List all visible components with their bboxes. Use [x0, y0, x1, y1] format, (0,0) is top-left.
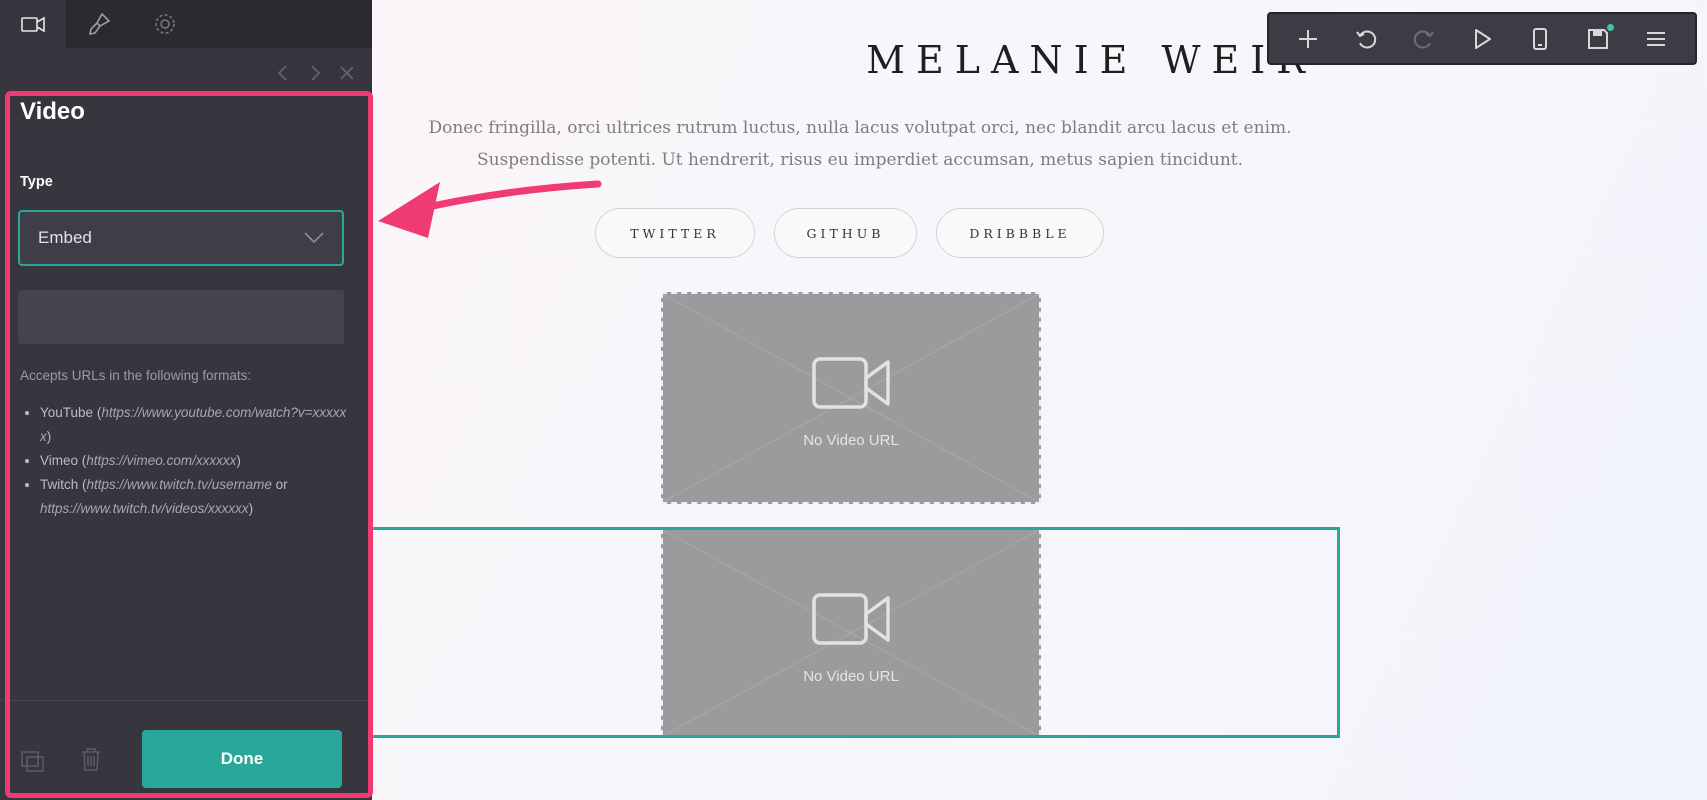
url-format-help: Accepts URLs in the following formats: Y…	[20, 368, 350, 521]
add-block-button[interactable]	[1290, 21, 1326, 57]
no-video-label: No Video URL	[803, 432, 899, 449]
brush-icon	[88, 12, 111, 36]
type-label: Type	[20, 174, 53, 190]
mobile-icon	[1533, 27, 1547, 50]
github-button[interactable]: GITHUB	[774, 208, 917, 258]
panel-navigation	[276, 62, 354, 84]
menu-button[interactable]	[1638, 21, 1674, 57]
video-placeholder[interactable]: No Video URL	[661, 292, 1041, 504]
editor-toolbar	[1267, 12, 1697, 65]
duplicate-icon	[21, 751, 44, 772]
undo-button[interactable]	[1348, 21, 1384, 57]
video-camera-icon	[812, 357, 890, 409]
close-icon	[340, 66, 354, 80]
previous-button[interactable]	[276, 62, 290, 84]
twitter-button[interactable]: TWITTER	[595, 208, 755, 258]
plus-icon	[1299, 29, 1317, 48]
social-links: TWITTER GITHUB DRIBBBLE	[595, 208, 1104, 258]
delete-button[interactable]	[78, 746, 104, 772]
bio-line: Suspendisse potenti. Ut hendrerit, risus…	[476, 150, 1244, 170]
save-icon	[1588, 28, 1608, 49]
site-bio[interactable]: Donec fringilla, orci ultrices rutrum lu…	[372, 112, 1356, 176]
panel-title: Video	[20, 98, 85, 125]
video-placeholder-selected[interactable]: No Video URL	[661, 528, 1041, 736]
page-canvas: MELANIE WEIR Donec fringilla, orci ultri…	[372, 0, 1707, 800]
unsaved-indicator	[1607, 23, 1614, 31]
next-button[interactable]	[308, 62, 322, 84]
mobile-view-button[interactable]	[1522, 21, 1558, 57]
close-panel-button[interactable]	[340, 62, 354, 84]
chevron-right-icon	[311, 65, 321, 81]
save-button[interactable]	[1580, 21, 1616, 57]
editor-side-panel: Video Type Embed Accepts URLs in the fol…	[0, 0, 373, 800]
dribbble-button[interactable]: DRIBBBLE	[936, 208, 1104, 258]
chevron-left-icon	[277, 65, 287, 81]
trash-icon	[82, 748, 100, 771]
tab-settings[interactable]	[132, 0, 198, 48]
help-intro: Accepts URLs in the following formats:	[20, 368, 252, 383]
duplicate-button[interactable]	[20, 748, 46, 774]
video-icon	[21, 16, 45, 33]
redo-icon	[1413, 30, 1434, 48]
play-icon	[1475, 28, 1491, 49]
vimeo-url-format: https://vimeo.com/xxxxxx	[86, 453, 237, 468]
undo-icon	[1356, 30, 1377, 48]
gear-icon	[155, 14, 175, 34]
tab-style[interactable]	[66, 0, 132, 48]
format-item-twitch: Twitch (https://www.twitch.tv/username o…	[40, 473, 350, 521]
type-select-value: Embed	[38, 228, 92, 247]
twitch-video-url-format: https://www.twitch.tv/videos/xxxxxx	[40, 501, 249, 516]
tab-video[interactable]	[0, 0, 66, 48]
menu-icon	[1647, 31, 1665, 46]
panel-tabs	[0, 0, 372, 48]
redo-button[interactable]	[1406, 21, 1442, 57]
done-button[interactable]: Done	[142, 730, 342, 788]
twitch-url-format: https://www.twitch.tv/username	[86, 477, 272, 492]
chevron-down-icon	[304, 232, 324, 244]
bio-line: Donec fringilla, orci ultrices rutrum lu…	[428, 118, 1292, 138]
type-select[interactable]: Embed	[18, 210, 344, 266]
format-list: YouTube (https://www.youtube.com/watch?v…	[20, 401, 350, 521]
format-item-youtube: YouTube (https://www.youtube.com/watch?v…	[40, 401, 350, 449]
video-url-input[interactable]	[18, 290, 344, 344]
format-item-vimeo: Vimeo (https://vimeo.com/xxxxxx)	[40, 449, 350, 473]
preview-button[interactable]	[1464, 21, 1500, 57]
video-camera-icon	[812, 593, 890, 645]
no-video-label: No Video URL	[803, 668, 899, 685]
